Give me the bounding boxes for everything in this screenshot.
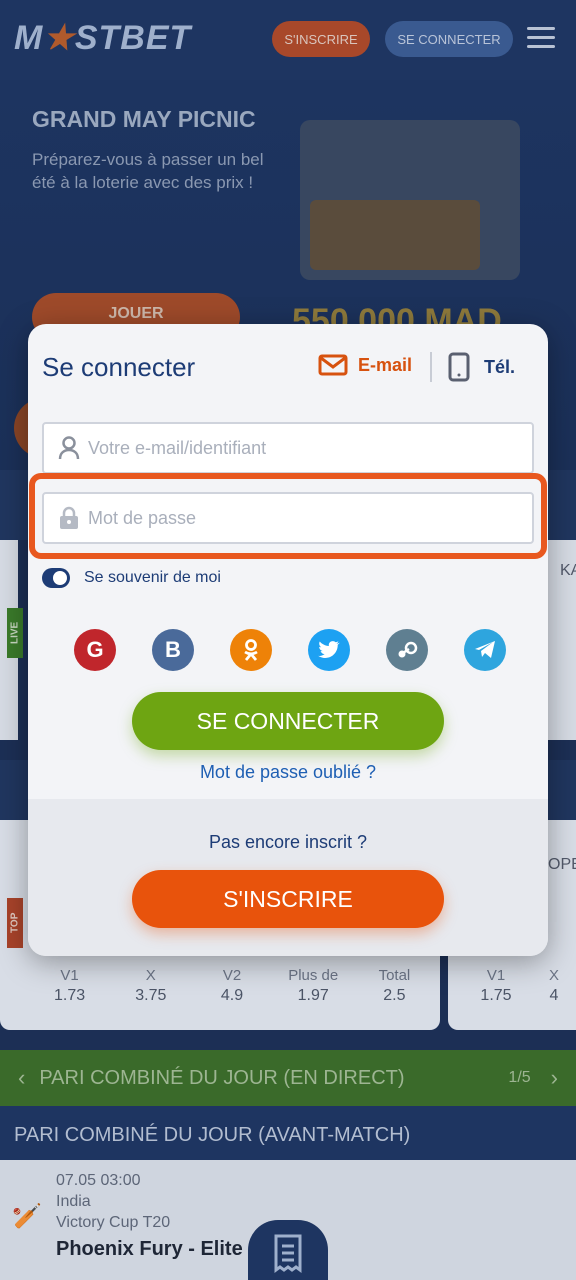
promo-text: Préparez-vous à passer un bel été à la l… [32, 150, 264, 192]
odd-value: 1.97 [297, 987, 329, 1004]
chevron-right-icon[interactable]: › [551, 1065, 558, 1091]
promo-title: GRAND MAY PICNIC [32, 106, 256, 132]
odd-value: 1.75 [480, 987, 512, 1004]
remember-me[interactable]: Se souvenir de moi [42, 568, 221, 588]
match-country: India [56, 1193, 91, 1210]
login-modal: Se connecter E-mail Tél. Votre e-mail/id… [28, 324, 548, 956]
odd-value: 1.73 [54, 987, 86, 1004]
match-datetime: 07.05 03:00 [56, 1172, 141, 1189]
odd-label: X [548, 967, 559, 984]
odd-value: 4.9 [220, 987, 244, 1004]
mail-icon [318, 354, 348, 376]
cricket-icon: 🏏 [12, 1203, 42, 1230]
combo-live-title: PARI COMBINÉ DU JOUR (EN DIRECT) [39, 1066, 405, 1089]
betslip-tab[interactable] [248, 1220, 328, 1280]
odd-value: 2.5 [383, 987, 406, 1004]
odnoklassniki-icon[interactable] [230, 629, 272, 671]
top-tag: TOP [7, 898, 23, 948]
odd-label: X [145, 967, 156, 984]
telegram-icon[interactable] [464, 629, 506, 671]
event-name-partial: OPE [548, 856, 576, 873]
user-icon [58, 436, 80, 460]
combo-live-banner[interactable]: ‹ PARI COMBINÉ DU JOUR (EN DIRECT) 1/5 › [0, 1050, 576, 1106]
odd-label: V1 [486, 967, 506, 984]
social-login-row: G B [74, 629, 506, 671]
match-league: Victory Cup T20 [56, 1214, 171, 1231]
tab-email[interactable]: E-mail [318, 354, 412, 376]
odd-value: 4 [549, 987, 559, 1004]
odd-cell[interactable]: V1 1.75 [470, 966, 522, 1018]
header-signup-button[interactable]: S'INSCRIRE [272, 21, 370, 57]
lock-icon [60, 506, 78, 529]
mostbet-logo[interactable]: M★STBET [14, 18, 191, 58]
phone-icon [448, 352, 470, 382]
odd-label: Plus de [288, 967, 339, 984]
match-teams: Phoenix Fury - Elite [56, 1238, 243, 1260]
odd-label: V1 [60, 967, 79, 984]
tab-divider [430, 352, 432, 382]
tab-phone[interactable]: Tél. [448, 352, 515, 382]
odd-cell[interactable]: V2 4.9 [194, 966, 269, 1018]
signup-button[interactable]: S'INSCRIRE [132, 870, 444, 928]
google-icon[interactable]: G [74, 629, 116, 671]
odd-cell[interactable]: V1 1.73 [32, 966, 107, 1018]
password-field[interactable]: Mot de passe [42, 492, 534, 544]
combo-prematch-title: PARI COMBINÉ DU JOUR (AVANT-MATCH) [0, 1106, 576, 1160]
event-name-partial: KAZ [560, 562, 576, 579]
header-login-button[interactable]: SE CONNECTER [385, 21, 513, 57]
forgot-password-link[interactable]: Mot de passe oublié ? [28, 762, 548, 783]
email-placeholder: Votre e-mail/identifiant [88, 437, 267, 458]
login-button[interactable]: SE CONNECTER [132, 692, 444, 750]
twitter-icon[interactable] [308, 629, 350, 671]
chevron-left-icon[interactable]: ‹ [18, 1065, 25, 1091]
modal-title: Se connecter [42, 352, 196, 382]
betslip-icon [274, 1234, 302, 1273]
odd-value: 3.75 [135, 987, 167, 1004]
odd-cell[interactable]: X 3.75 [113, 966, 188, 1018]
password-placeholder: Mot de passe [88, 507, 197, 528]
odd-cell[interactable]: X4 [528, 966, 576, 1018]
menu-icon[interactable] [527, 27, 555, 49]
odd-cell[interactable]: Plus de 1.97 [276, 966, 351, 1018]
remember-toggle[interactable] [42, 568, 70, 588]
tab-phone-label: Tél. [484, 356, 516, 377]
live-tag: LIVE [7, 608, 23, 658]
odd-label: V2 [222, 967, 242, 984]
email-field[interactable]: Votre e-mail/identifiant [42, 422, 534, 474]
tab-email-label: E-mail [358, 354, 413, 375]
promo-basket-chest [310, 200, 480, 270]
remember-label: Se souvenir de moi [84, 569, 221, 586]
odd-cell[interactable]: Total 2.5 [357, 966, 432, 1018]
not-registered-text: Pas encore inscrit ? [208, 832, 368, 852]
odds-row: V1 1.73 X 3.75 V2 4.9 Plus de 1.97 Total 2.5 [32, 966, 432, 1018]
steam-icon[interactable] [386, 629, 428, 671]
vk-icon[interactable]: B [152, 629, 194, 671]
combo-live-pager: 1/5 [508, 1069, 531, 1086]
odds-row-right: V1 1.75 X4 [470, 966, 576, 1018]
odd-label: Total [378, 967, 411, 984]
